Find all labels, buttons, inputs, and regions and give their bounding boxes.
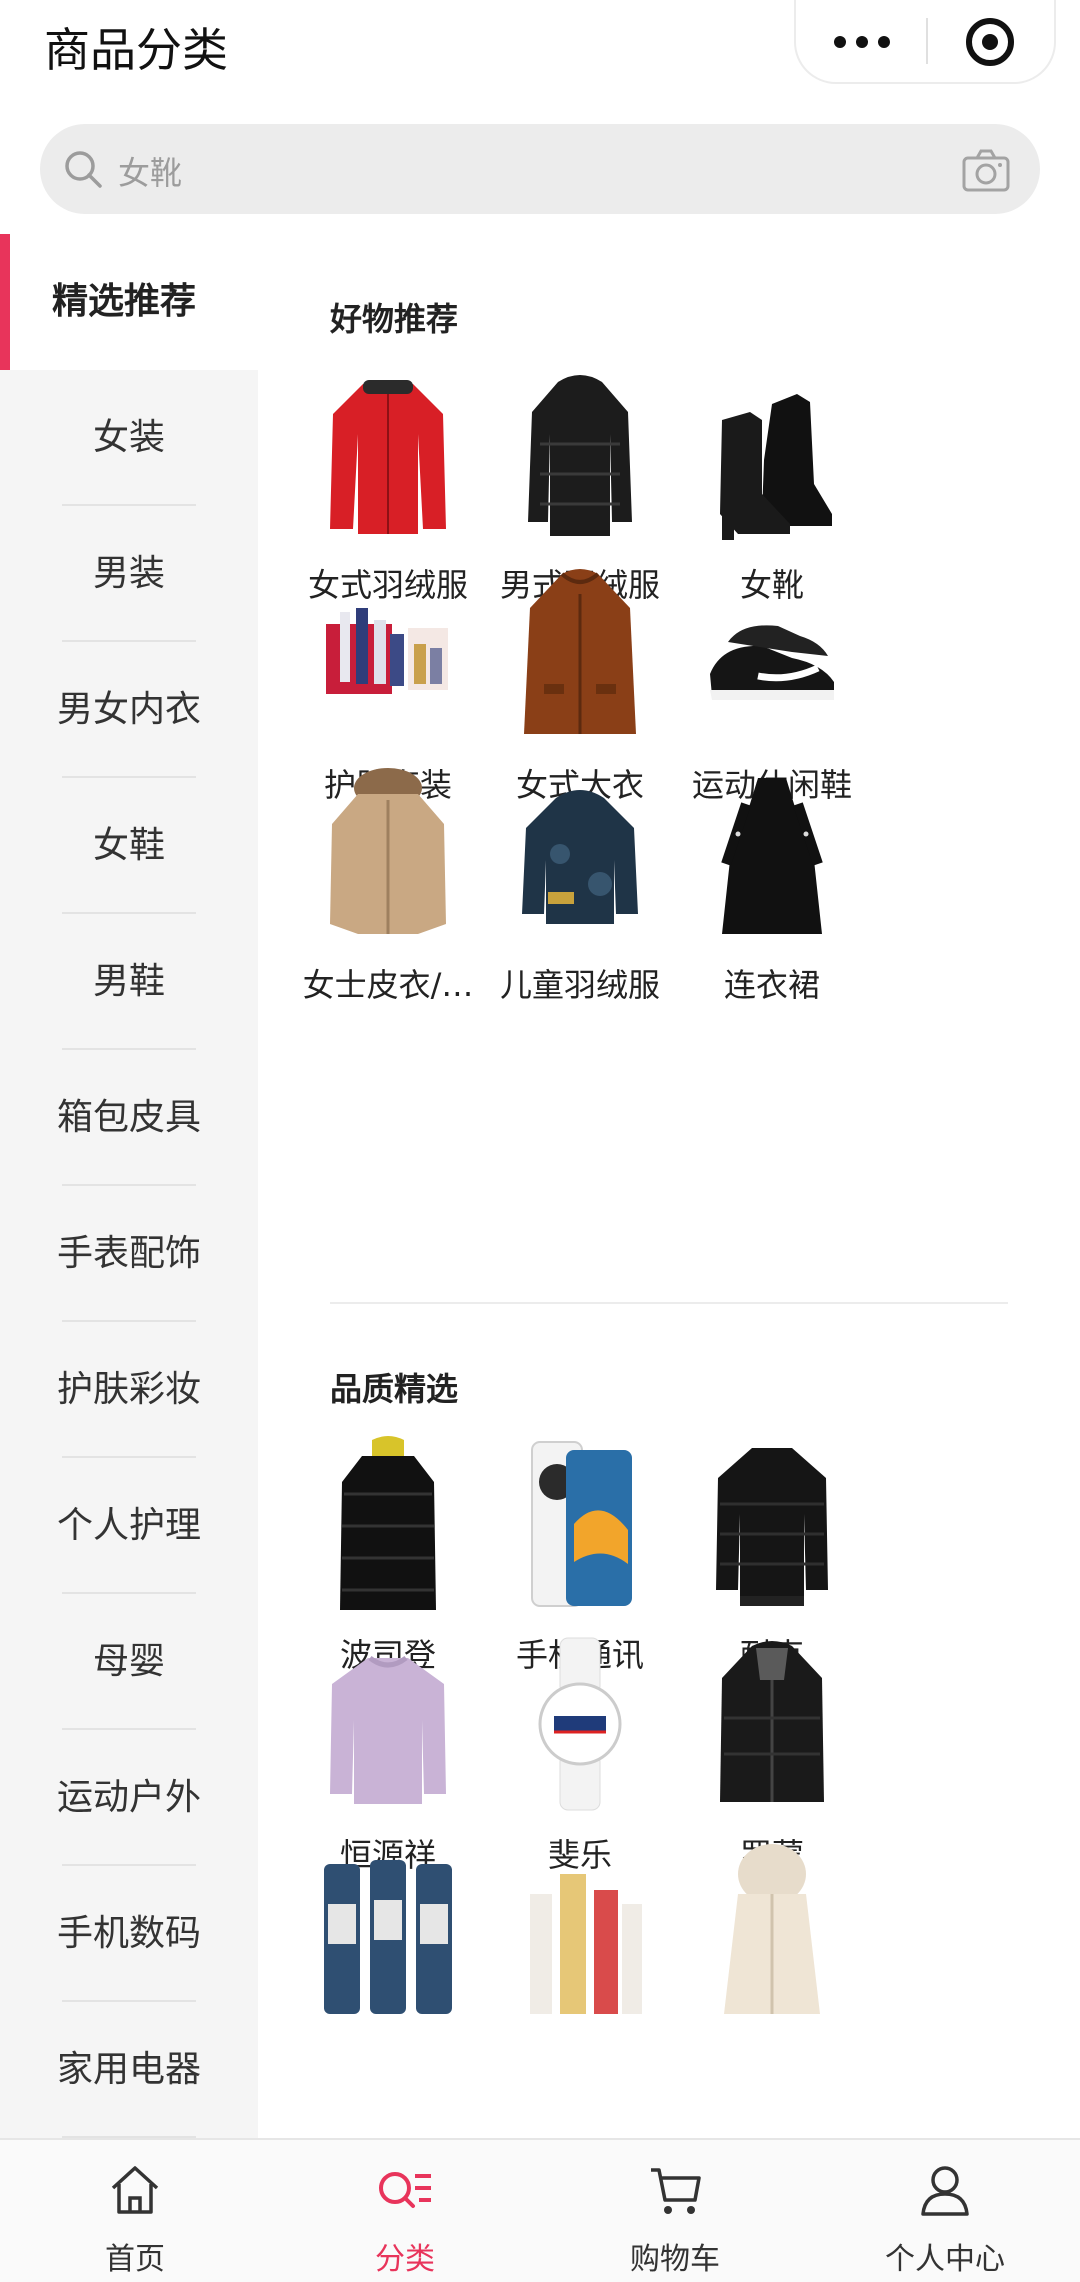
white-watch-icon	[510, 1634, 650, 1814]
tab-item[interactable]: 购物车	[540, 2140, 810, 2282]
sidebar-item-label: 男装	[92, 553, 165, 594]
sidebar-item[interactable]: 女装	[0, 370, 258, 506]
capsule-divider	[926, 18, 928, 64]
black-sneakers-icon	[702, 564, 842, 744]
sidebar-item-label: 女装	[92, 417, 165, 458]
black-dress-icon	[702, 764, 842, 944]
section-divider	[330, 1302, 1008, 1304]
sidebar-item-label: 男女内衣	[56, 689, 201, 730]
sidebar-item-label: 箱包皮具	[56, 1097, 201, 1138]
red-down-jacket-icon	[318, 364, 458, 544]
sidebar-item-label: 个人护理	[56, 1505, 201, 1546]
sidebar-item[interactable]: 家用电器	[0, 2002, 258, 2138]
sidebar-item[interactable]: 箱包皮具	[0, 1050, 258, 1186]
sidebar-item-label: 手机数码	[56, 1913, 201, 1954]
tab-label: 分类	[375, 2242, 435, 2277]
tab-item[interactable]: 分类	[270, 2140, 540, 2282]
sidebar-item[interactable]: 男鞋	[0, 914, 258, 1050]
black-ankle-boots-icon	[702, 364, 842, 544]
search-icon	[65, 151, 102, 188]
section-title-quality: 品质精选	[330, 1370, 459, 1408]
search-bar[interactable]: 女靴	[40, 124, 1040, 214]
cream-vest-icon	[702, 1834, 842, 2014]
camera-icon[interactable]	[962, 148, 1010, 192]
black-long-puffer-icon	[318, 1434, 458, 1614]
sidebar-item[interactable]: 母婴	[0, 1594, 258, 1730]
bottom-tab-bar: 首页 分类 购物车 个人中心	[0, 2138, 1080, 2282]
bottles-icon	[318, 1834, 458, 2014]
search-input[interactable]: 女靴	[118, 148, 182, 194]
sidebar-item[interactable]: 个人护理	[0, 1458, 258, 1594]
brown-hooded-coat-icon	[510, 564, 650, 744]
black-bomber-jacket-icon	[702, 1434, 842, 1614]
product-card[interactable]	[652, 1834, 892, 2114]
category-icon	[375, 2160, 435, 2220]
sidebar-item[interactable]: 手机数码	[0, 1866, 258, 2002]
lilac-sweater-icon	[318, 1634, 458, 1814]
sidebar-item-label: 手表配饰	[56, 1233, 201, 1274]
product-name: 连衣裙	[723, 966, 820, 1004]
skincare-gift-set-icon	[318, 564, 458, 744]
sidebar-item[interactable]: 手表配饰	[0, 1186, 258, 1322]
black-puffer-hooded-icon	[702, 1634, 842, 1814]
smartphone-icon	[510, 1434, 650, 1614]
sidebar-item[interactable]: 精选推荐	[0, 234, 258, 370]
home-icon	[105, 2160, 165, 2220]
sidebar-item[interactable]: 护肤彩妆	[0, 1322, 258, 1458]
sidebar-item-label: 家用电器	[56, 2049, 201, 2090]
product-card[interactable]: 连衣裙	[652, 764, 892, 1044]
perfume-set-icon	[510, 1834, 650, 2014]
tab-label: 购物车	[630, 2242, 720, 2277]
beige-fur-hood-parka-icon	[318, 764, 458, 944]
tab-label: 首页	[105, 2242, 165, 2277]
header: 商品分类	[0, 0, 1080, 110]
more-icon[interactable]	[834, 32, 890, 52]
sidebar-item[interactable]: 男装	[0, 506, 258, 642]
sidebar-item-label: 女鞋	[92, 825, 165, 866]
section-title-good-picks: 好物推荐	[330, 300, 459, 338]
sidebar-item-label: 护肤彩妆	[56, 1369, 201, 1410]
category-content: 好物推荐 品质精选 女式羽绒服男式羽绒服女靴护肤套装女式大衣运动休闲鞋女士皮衣/…	[258, 234, 1080, 2138]
sidebar-item[interactable]: 运动户外	[0, 1730, 258, 1866]
tab-item[interactable]: 个人中心	[810, 2140, 1080, 2282]
sidebar-item[interactable]: 男女内衣	[0, 642, 258, 778]
sidebar-item-label: 男鞋	[92, 961, 165, 1002]
user-icon	[915, 2160, 975, 2220]
cart-icon	[645, 2160, 705, 2220]
sidebar-item-label: 母婴	[92, 1641, 165, 1682]
category-sidebar: 精选推荐女装男装男女内衣女鞋男鞋箱包皮具手表配饰护肤彩妆个人护理母婴运动户外手机…	[0, 234, 258, 2138]
tab-label: 个人中心	[885, 2242, 1005, 2277]
close-target-icon[interactable]	[966, 18, 1014, 66]
sidebar-item-label: 精选推荐	[52, 281, 197, 322]
mini-program-capsule	[794, 0, 1056, 84]
tab-item[interactable]: 首页	[0, 2140, 270, 2282]
sidebar-item-label: 运动户外	[56, 1777, 201, 1818]
kids-down-jacket-icon	[510, 764, 650, 944]
sidebar-item[interactable]: 女鞋	[0, 778, 258, 914]
page-title: 商品分类	[44, 23, 228, 77]
black-down-jacket-icon	[510, 364, 650, 544]
active-indicator	[0, 234, 10, 370]
